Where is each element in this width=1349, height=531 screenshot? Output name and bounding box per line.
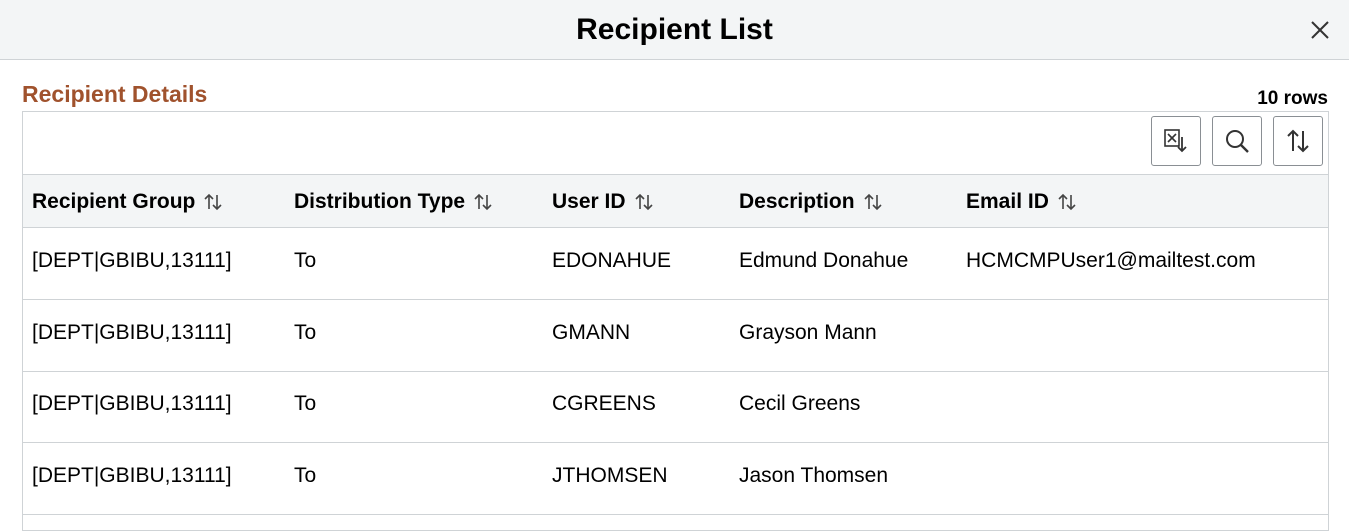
sort-arrows-icon (863, 193, 882, 210)
close-button[interactable] (1304, 14, 1336, 46)
cell-description: Cecil Greens (739, 392, 861, 415)
close-icon (1311, 21, 1329, 39)
cell-user-id: JTHOMSEN (552, 464, 668, 487)
cell-recipient-group: [DEPT|GBIBU,13111] (32, 392, 232, 415)
table-header: Recipient Group Distribution Type User I… (23, 175, 1328, 228)
cell-distribution-type: To (294, 321, 317, 344)
recipient-grid: Recipient Group Distribution Type User I… (22, 111, 1329, 531)
column-header-email-id[interactable]: Email ID (966, 175, 1077, 228)
table-row: [DEPT|GBIBU,13111] To JTHOMSEN Jason Tho… (23, 443, 1328, 515)
sort-icon (1287, 129, 1309, 153)
cell-recipient-group: [DEPT|GBIBU,13111] (32, 464, 232, 487)
grid-toolbar (23, 112, 1328, 175)
cell-distribution-type: To (294, 464, 317, 487)
column-header-label: Distribution Type (294, 189, 466, 213)
column-header-recipient-group[interactable]: Recipient Group (32, 175, 223, 228)
sort-arrows-icon (634, 193, 653, 210)
sort-arrows-icon (1058, 193, 1076, 210)
cell-user-id: EDONAHUE (552, 249, 672, 272)
cell-distribution-type: To (294, 392, 317, 415)
cell-user-id: CGREENS (552, 392, 656, 415)
excel-download-icon (1164, 129, 1187, 153)
cell-distribution-type: To (294, 249, 317, 272)
table-row: [DEPT|GBIBU,13111] To EDONAHUE Edmund Do… (23, 228, 1328, 300)
cell-description: Edmund Donahue (739, 249, 909, 272)
column-header-label: Email ID (966, 189, 1049, 213)
sort-arrows-icon (204, 193, 222, 210)
cell-recipient-group: [DEPT|GBIBU,13111] (32, 249, 232, 272)
table-row: [DEPT|GBIBU,13111] To GMANN Grayson Mann (23, 300, 1328, 372)
column-header-label: User ID (552, 189, 626, 213)
sort-button[interactable] (1273, 116, 1323, 166)
table-row: [DEPT|GBIBU,13111] To CGREENS Cecil Gree… (23, 371, 1328, 443)
cell-user-id: GMANN (552, 321, 631, 344)
column-header-distribution-type[interactable]: Distribution Type (294, 175, 493, 228)
find-button[interactable] (1212, 116, 1262, 166)
cell-description: Jason Thomsen (739, 464, 889, 487)
sort-arrows-icon (474, 193, 492, 210)
section-title: Recipient Details (22, 81, 208, 107)
cell-description: Grayson Mann (739, 321, 877, 344)
export-excel-button[interactable] (1151, 116, 1201, 166)
column-header-description[interactable]: Description (739, 175, 883, 228)
column-header-label: Description (739, 189, 855, 213)
cell-email-id: HCMCMPUser1@mailtest.com (966, 249, 1256, 272)
column-header-label: Recipient Group (32, 189, 196, 213)
cell-recipient-group: [DEPT|GBIBU,13111] (32, 321, 232, 344)
search-icon (1226, 130, 1249, 153)
modal-title: Recipient List (576, 13, 773, 46)
column-header-user-id[interactable]: User ID (552, 175, 654, 228)
modal-header: Recipient List (0, 0, 1349, 60)
row-count: 10 rows (1257, 88, 1328, 109)
